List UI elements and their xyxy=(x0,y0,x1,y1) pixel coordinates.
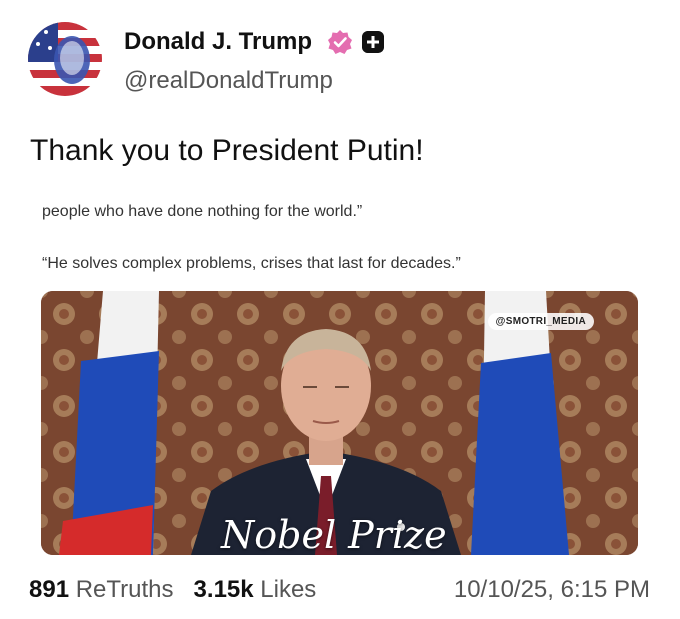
display-name[interactable]: Donald J. Trump xyxy=(124,28,312,56)
likes-count[interactable]: 3.15k xyxy=(194,576,254,603)
likes-label[interactable]: Likes xyxy=(260,576,316,603)
user-handle[interactable]: @realDonaldTrump xyxy=(124,67,333,95)
verified-badge-icon xyxy=(328,30,352,54)
plus-badge-icon xyxy=(362,31,384,53)
quoted-text-line: “He solves complex problems, crises that… xyxy=(42,255,461,272)
post-text: Thank you to President Putin! xyxy=(30,134,424,167)
retruths-label[interactable]: ReTruths xyxy=(76,576,174,603)
avatar-image xyxy=(28,22,102,96)
post-timestamp: 10/10/25, 6:15 PM xyxy=(453,576,650,603)
post-stats: 891 ReTruths 3.15k Likes xyxy=(29,576,316,604)
media-watermark: @SMOTRI_MEDIA xyxy=(487,313,594,330)
media-caption: Nobel Prize xyxy=(221,513,447,555)
avatar[interactable] xyxy=(28,22,102,96)
media-video[interactable]: @SMOTRI_MEDIA Nobel Prize xyxy=(41,291,638,555)
quoted-text-line: people who have done nothing for the wor… xyxy=(42,203,363,220)
retruths-count[interactable]: 891 xyxy=(29,576,69,603)
